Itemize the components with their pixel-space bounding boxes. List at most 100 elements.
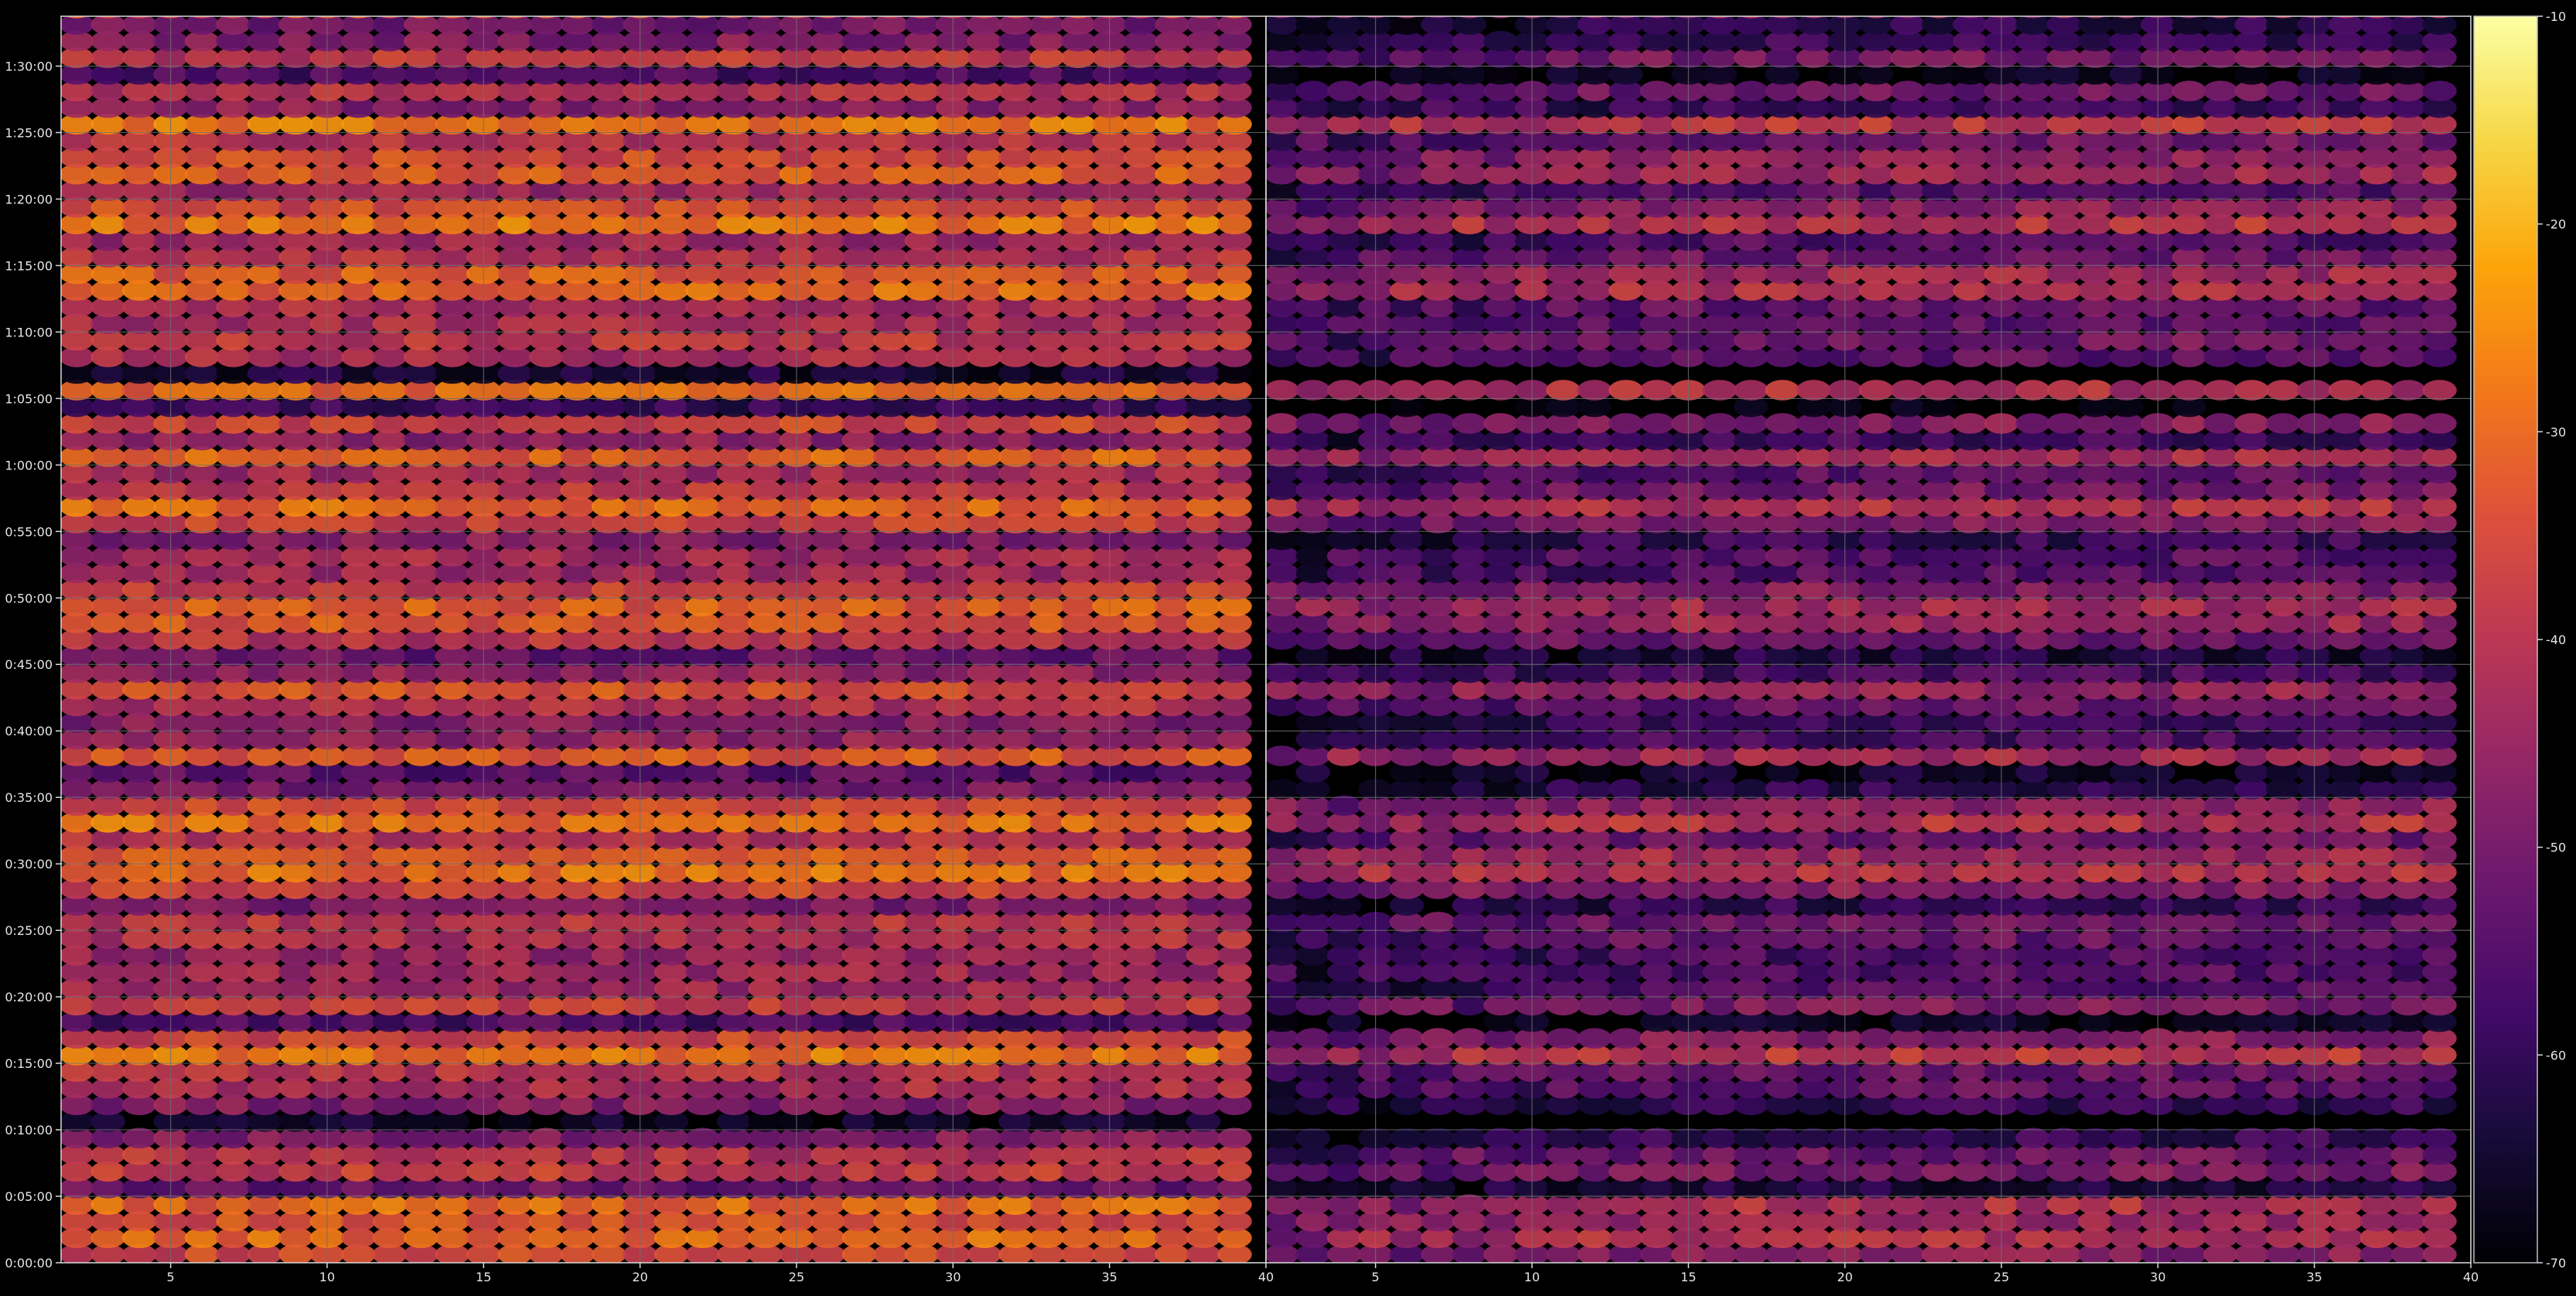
heatmap-cell xyxy=(623,0,657,2)
heatmap-cell xyxy=(1546,1028,1581,1049)
heatmap-cell xyxy=(1859,1128,1894,1149)
heatmap-cell xyxy=(1859,1028,1894,1049)
heatmap-cell xyxy=(373,0,408,19)
heatmap-cell xyxy=(810,0,845,2)
heatmap-cell xyxy=(998,0,1033,19)
heatmap-cell xyxy=(685,0,720,2)
heatmap-cell xyxy=(1295,1128,1330,1149)
heatmap-cell xyxy=(780,0,814,2)
heatmap-cell xyxy=(529,0,564,2)
heatmap-cell xyxy=(780,0,814,19)
heatmap-cell xyxy=(1640,1128,1675,1149)
heatmap-cell xyxy=(435,0,470,19)
heatmap-cell xyxy=(1264,745,1299,766)
heatmap-cell xyxy=(1452,1195,1487,1216)
heatmap-cell xyxy=(685,1128,720,1149)
heatmap-cell xyxy=(1390,1128,1424,1149)
heatmap-cell xyxy=(967,1128,1002,1149)
heatmap-cell xyxy=(1609,779,1643,800)
heatmap-cell xyxy=(1421,1028,1455,1049)
heatmap-cell xyxy=(717,0,752,2)
heatmap-cell xyxy=(341,0,376,2)
heatmap-cell xyxy=(1061,0,1096,2)
heatmap-cell xyxy=(2203,1128,2238,1149)
heatmap-cell xyxy=(2234,1128,2269,1149)
heatmap-cell xyxy=(873,0,908,19)
heatmap-cell xyxy=(748,0,783,19)
heatmap-cell xyxy=(2172,1128,2207,1149)
heatmap-cell xyxy=(905,0,940,19)
heatmap-cell xyxy=(2266,1128,2301,1149)
heatmap-cell xyxy=(1217,0,1252,19)
heatmap-cell xyxy=(341,0,376,19)
heatmap-cell xyxy=(122,0,157,19)
heatmap-cell xyxy=(748,0,783,2)
heatmap-cell xyxy=(1890,1128,1925,1149)
heatmap-cell xyxy=(623,0,657,19)
heatmap-cell xyxy=(1546,663,1581,684)
heatmap-cell xyxy=(1092,0,1127,2)
heatmap-cell xyxy=(1483,1128,1518,1149)
heatmap-cell xyxy=(1295,1028,1330,1049)
heatmap-cell xyxy=(310,0,345,2)
heatmap-cell xyxy=(2078,1128,2113,1149)
heatmap-cell xyxy=(1061,0,1096,19)
heatmap-cell xyxy=(60,0,94,19)
heatmap-cell xyxy=(560,0,595,19)
heatmap-cell xyxy=(404,0,438,2)
heatmap-cell xyxy=(1609,1128,1643,1149)
heatmap-cell xyxy=(717,0,752,19)
heatmap-cell xyxy=(498,0,533,2)
heatmap-cell xyxy=(1922,1128,1957,1149)
heatmap-cell xyxy=(967,0,1002,2)
heatmap-cell xyxy=(2015,1128,2050,1149)
heatmap-cell xyxy=(1609,1028,1643,1049)
heatmap-cell xyxy=(404,0,438,19)
heatmap-cell xyxy=(1264,779,1299,800)
heatmap-cell xyxy=(1186,0,1221,19)
heatmap-cell xyxy=(1092,0,1127,19)
heatmap-cell xyxy=(1421,912,1455,933)
heatmap-cell xyxy=(435,0,470,2)
heatmap-cell xyxy=(498,0,533,19)
heatmap-cell xyxy=(654,0,689,19)
panel-left-cells xyxy=(60,0,1252,1265)
heatmap-cell xyxy=(1124,0,1158,2)
heatmap-cell xyxy=(1578,1028,1612,1049)
heatmap-cell xyxy=(466,0,501,2)
heatmap-cell xyxy=(216,0,251,2)
heatmap-cell xyxy=(905,0,940,2)
heatmap-cell xyxy=(90,0,125,2)
heatmap-cell xyxy=(936,0,971,19)
heatmap-cell xyxy=(1452,1128,1487,1149)
heatmap-cell xyxy=(560,0,595,2)
heatmap-cell xyxy=(1452,1028,1487,1049)
heatmap-cell xyxy=(810,0,845,19)
heatmap-cell xyxy=(60,0,94,2)
chart-svg: 0:00:000:05:000:10:000:15:000:20:000:25:… xyxy=(0,0,2576,1293)
heatmap-cell xyxy=(1186,0,1221,2)
heatmap-cell xyxy=(529,0,564,19)
heatmap-cell xyxy=(278,0,313,19)
heatmap-cell xyxy=(998,0,1033,2)
heatmap-cell xyxy=(1029,0,1064,19)
heatmap-cell xyxy=(2203,779,2238,800)
heatmap-cell xyxy=(122,0,157,2)
heatmap-cells xyxy=(60,0,2457,1265)
heatmap-cell xyxy=(842,0,877,2)
heatmap-cell xyxy=(1264,663,1299,684)
heatmap-cell xyxy=(247,0,282,2)
heatmap-cell xyxy=(842,0,877,19)
heatmap-cell xyxy=(1124,0,1158,19)
heatmap-cell xyxy=(936,0,971,2)
heatmap-cell xyxy=(1734,1128,1769,1149)
heatmap-cell xyxy=(685,0,720,19)
heatmap-cell xyxy=(1327,796,1362,817)
heatmap-cell xyxy=(592,0,626,2)
heatmap-cell xyxy=(529,1128,564,1149)
heatmap-cell xyxy=(2110,1128,2144,1149)
heatmap-cell xyxy=(1765,1128,1800,1149)
heatmap-cell xyxy=(1327,1144,1362,1165)
panel-right-cells xyxy=(1264,0,2457,1265)
heatmap-cell xyxy=(2391,1128,2426,1149)
